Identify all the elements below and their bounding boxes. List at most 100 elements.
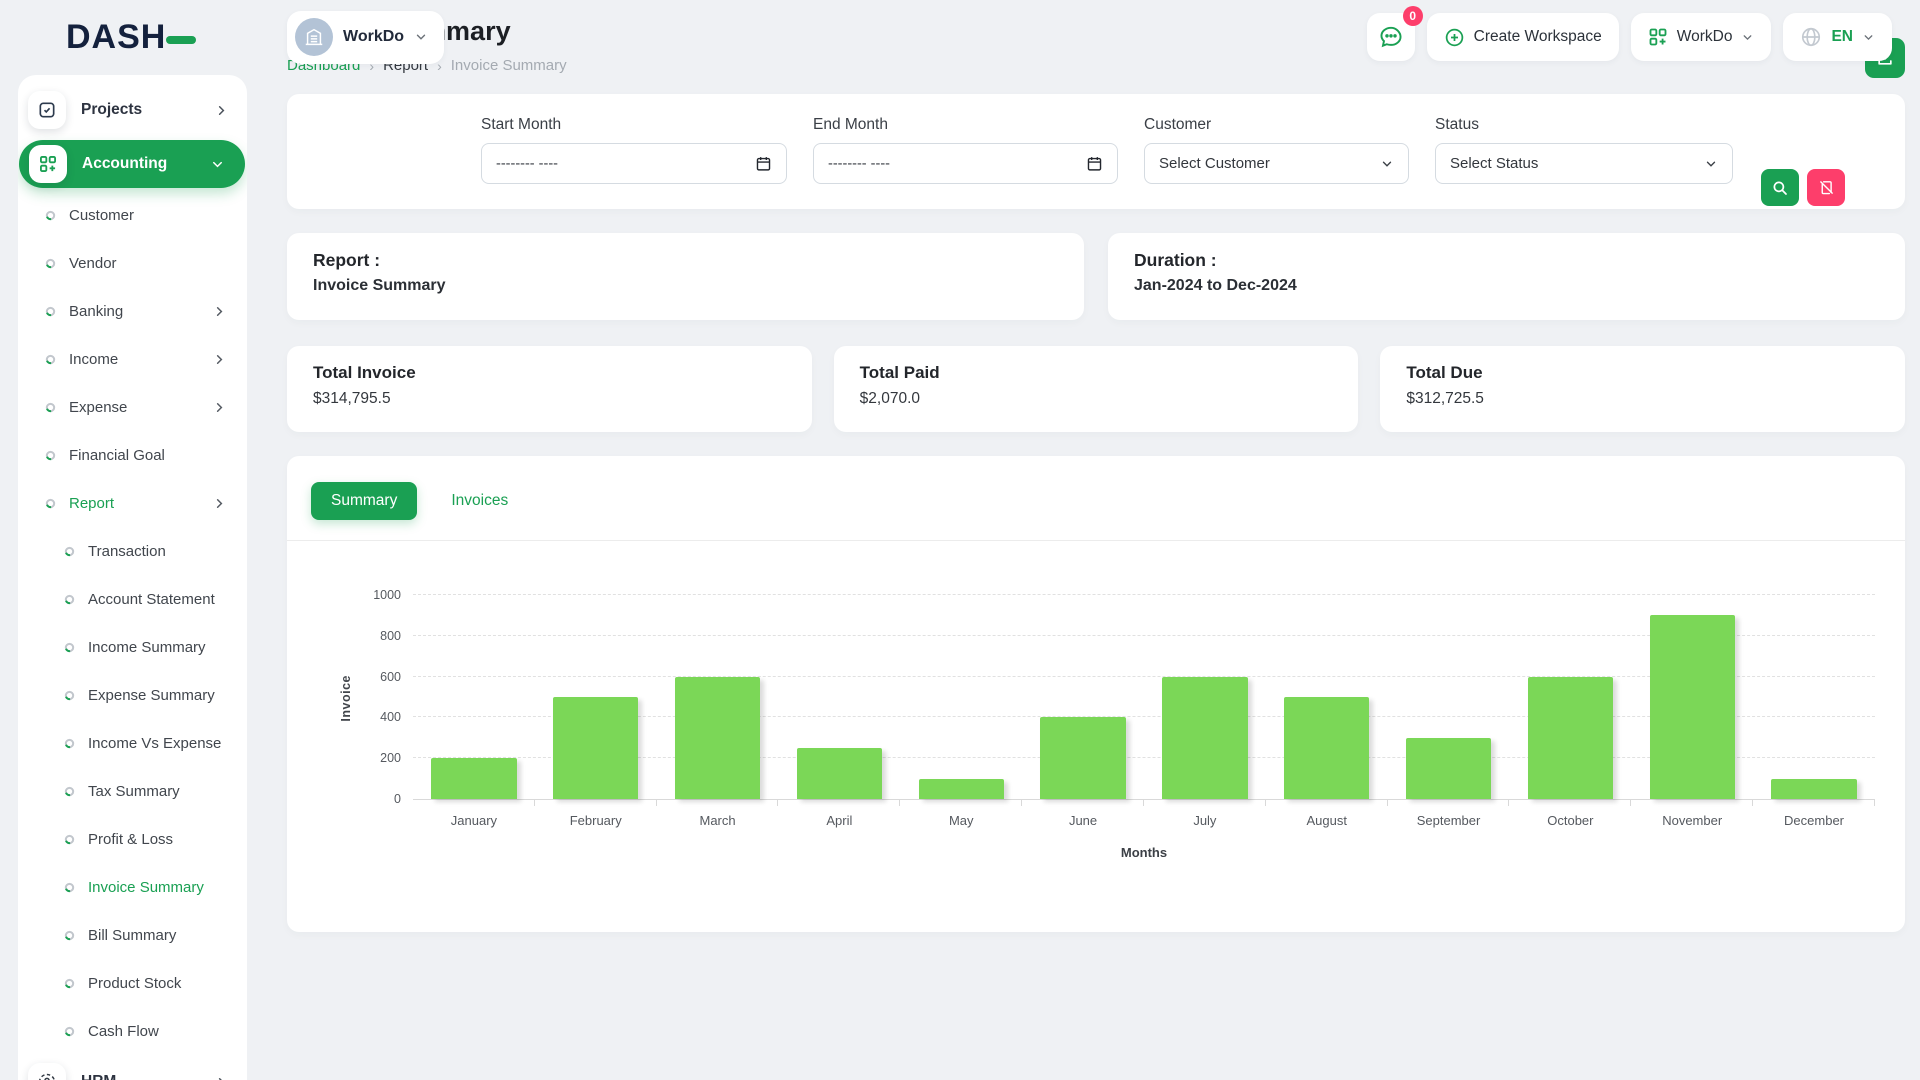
sidebar-item-income[interactable]: Income: [18, 335, 247, 383]
x-axis-labels: JanuaryFebruaryMarchAprilMayJuneJulyAugu…: [413, 813, 1875, 828]
y-axis-title: Invoice: [339, 675, 353, 722]
customer-selected-value: Select Customer: [1159, 155, 1270, 172]
invoice-bar-april[interactable]: [797, 748, 882, 799]
hrm-icon: [28, 1063, 66, 1080]
tab-summary[interactable]: Summary: [311, 482, 417, 520]
duration-card-value: Jan-2024 to Dec-2024: [1134, 277, 1879, 295]
sidebar-item-expense-summary[interactable]: Expense Summary: [18, 671, 247, 719]
x-tick-label: July: [1144, 813, 1266, 828]
bullet-ring-icon: [64, 1026, 75, 1037]
x-tick-label: December: [1753, 813, 1875, 828]
calendar-icon[interactable]: [1086, 155, 1103, 172]
grid-plus-icon: [29, 145, 67, 183]
total-invoice-card: Total Invoice$314,795.5: [287, 346, 812, 432]
invoice-bar-june[interactable]: [1040, 717, 1125, 799]
invoice-bar-december[interactable]: [1771, 779, 1856, 799]
x-tick-label: February: [535, 813, 657, 828]
x-tick-label: March: [657, 813, 779, 828]
sidebar-nav: ProjectsAccountingCustomerVendorBankingI…: [18, 83, 247, 1080]
messages-button[interactable]: 0: [1367, 13, 1415, 61]
status-select[interactable]: Select Status: [1435, 143, 1733, 184]
x-tick-label: August: [1266, 813, 1388, 828]
sidebar-item-label: Accounting: [82, 155, 167, 173]
totals-row: Total Invoice$314,795.5Total Paid$2,070.…: [287, 346, 1905, 432]
sidebar-item-product-stock[interactable]: Product Stock: [18, 959, 247, 1007]
sidebar-item-invoice-summary[interactable]: Invoice Summary: [18, 863, 247, 911]
sidebar-item-accounting[interactable]: Accounting: [19, 140, 245, 188]
invoice-bar-august[interactable]: [1284, 697, 1369, 799]
sidebar-item-profit-loss[interactable]: Profit & Loss: [18, 815, 247, 863]
y-tick-label: 800: [380, 629, 401, 643]
sidebar-item-label: Income Summary: [88, 639, 206, 656]
start-month-field: Start Month -------- ----: [481, 116, 787, 209]
sidebar-item-label: Transaction: [88, 543, 166, 560]
sidebar-item-label: Expense Summary: [88, 687, 215, 704]
chevron-right-icon: [212, 352, 227, 367]
create-workspace-button[interactable]: Create Workspace: [1427, 13, 1619, 61]
sidebar-item-income-vs-expense[interactable]: Income Vs Expense: [18, 719, 247, 767]
invoice-bar-march[interactable]: [675, 677, 760, 799]
workspace-selector[interactable]: WorkDo: [287, 11, 444, 64]
invoice-bar-october[interactable]: [1528, 677, 1613, 799]
chevron-down-icon: [210, 157, 225, 172]
chat-bubble-icon: [1378, 24, 1404, 50]
end-month-input[interactable]: -------- ----: [813, 143, 1118, 184]
bar-slot: [1144, 595, 1266, 799]
report-card-value: Invoice Summary: [313, 277, 1058, 295]
report-info-row: Report : Invoice Summary Duration : Jan-…: [287, 233, 1905, 320]
chevron-down-icon: [1741, 31, 1754, 44]
bullet-ring-icon: [64, 834, 75, 845]
sidebar-item-financial-goal[interactable]: Financial Goal: [18, 431, 247, 479]
x-tick-label: October: [1509, 813, 1631, 828]
tab-invoices[interactable]: Invoices: [431, 482, 528, 520]
y-tick-label: 0: [394, 792, 401, 806]
sidebar-item-vendor[interactable]: Vendor: [18, 239, 247, 287]
invoice-bar-july[interactable]: [1162, 677, 1247, 799]
sidebar-item-cash-flow[interactable]: Cash Flow: [18, 1007, 247, 1055]
apply-filter-button[interactable]: [1761, 169, 1799, 206]
sidebar-item-customer[interactable]: Customer: [18, 191, 247, 239]
invoice-bar-november[interactable]: [1650, 615, 1735, 799]
chevron-right-icon: [214, 103, 229, 118]
status-label: Status: [1435, 116, 1733, 134]
start-month-input[interactable]: -------- ----: [481, 143, 787, 184]
grid-plus-icon: [1648, 27, 1668, 47]
start-month-placeholder: -------- ----: [496, 156, 558, 172]
brand-name: DASH: [66, 18, 166, 57]
bullet-ring-icon: [64, 642, 75, 653]
chevron-down-icon: [1704, 157, 1718, 171]
y-tick-label: 600: [380, 670, 401, 684]
total-value: $2,070.0: [860, 390, 1333, 408]
sidebar-item-income-summary[interactable]: Income Summary: [18, 623, 247, 671]
sidebar-item-label: Income Vs Expense: [88, 735, 221, 752]
sidebar-item-transaction[interactable]: Transaction: [18, 527, 247, 575]
brand-logo[interactable]: DASH: [66, 18, 248, 57]
sidebar-item-label: Bill Summary: [88, 927, 176, 944]
chevron-down-icon: [1862, 31, 1875, 44]
workspace-name: WorkDo: [343, 28, 404, 46]
reset-filter-button[interactable]: [1807, 169, 1845, 206]
sidebar-item-projects[interactable]: Projects: [18, 83, 247, 137]
invoice-bar-february[interactable]: [553, 697, 638, 799]
sidebar-item-tax-summary[interactable]: Tax Summary: [18, 767, 247, 815]
invoice-bar-january[interactable]: [431, 758, 516, 799]
sidebar-item-account-statement[interactable]: Account Statement: [18, 575, 247, 623]
sidebar-item-hrm[interactable]: HRM: [18, 1055, 247, 1080]
chevron-right-icon: [214, 1075, 229, 1080]
invoice-bar-may[interactable]: [919, 779, 1004, 799]
invoice-bar-september[interactable]: [1406, 738, 1491, 799]
language-selector[interactable]: EN: [1783, 13, 1892, 61]
end-month-field: End Month -------- ----: [813, 116, 1118, 209]
sidebar-item-expense[interactable]: Expense: [18, 383, 247, 431]
bars-layer: [413, 595, 1875, 799]
workspace-switcher-button[interactable]: WorkDo: [1631, 13, 1772, 61]
sidebar-item-banking[interactable]: Banking: [18, 287, 247, 335]
calendar-icon[interactable]: [755, 155, 772, 172]
y-tick-label: 200: [380, 751, 401, 765]
customer-select[interactable]: Select Customer: [1144, 143, 1409, 184]
sidebar-item-label: Tax Summary: [88, 783, 180, 800]
filter-panel: Start Month -------- ---- End Month ----…: [287, 94, 1905, 209]
sidebar-item-report[interactable]: Report: [18, 479, 247, 527]
bullet-ring-icon: [64, 738, 75, 749]
sidebar-item-bill-summary[interactable]: Bill Summary: [18, 911, 247, 959]
